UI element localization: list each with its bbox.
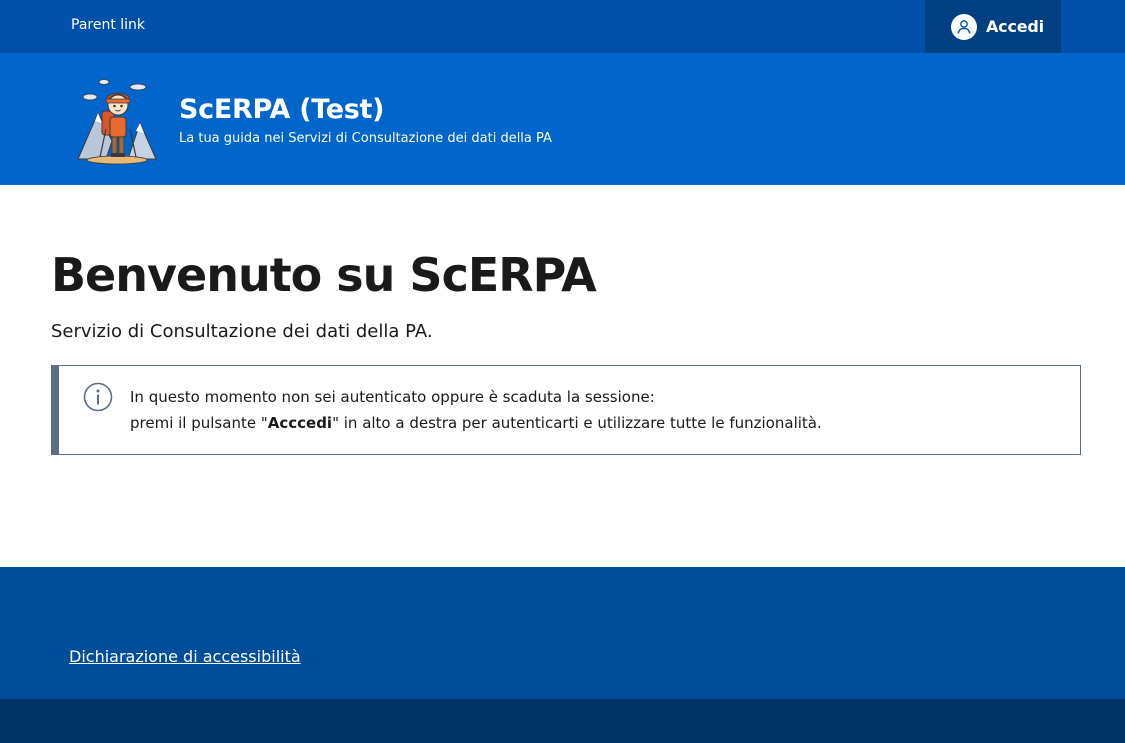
page-lead: Servizio di Consultazione dei dati della… — [51, 321, 433, 342]
page-title: Benvenuto su ScERPA — [51, 248, 597, 302]
hiker-mascot-logo[interactable] — [76, 77, 158, 165]
alert-line-2-suffix: " in alto a destra per autenticarti e ut… — [332, 414, 822, 432]
footer-main: Dichiarazione di accessibilità — [0, 567, 1125, 699]
slim-header: Parent link Accedi — [0, 0, 1125, 53]
alert-line-2: premi il pulsante "Acccedi" in alto a de… — [130, 414, 822, 432]
alert-line-2-prefix: premi il pulsante " — [130, 414, 268, 432]
parent-link[interactable]: Parent link — [71, 17, 145, 33]
brand-title[interactable]: ScERPA (Test) — [179, 94, 385, 125]
user-avatar-icon — [951, 13, 977, 40]
center-header: ScERPA (Test) La tua guida nei Servizi d… — [0, 53, 1125, 185]
accessibility-link[interactable]: Dichiarazione di accessibilità — [69, 647, 301, 666]
login-label: Accedi — [986, 17, 1044, 36]
footer-bottom — [0, 699, 1125, 743]
alert-button-name: Acccedi — [267, 414, 333, 432]
login-button[interactable]: Accedi — [925, 0, 1061, 53]
alert-line-1: In questo momento non sei autenticato op… — [130, 388, 655, 406]
info-alert: In questo momento non sei autenticato op… — [51, 365, 1081, 455]
brand-tagline: La tua guida nei Servizi di Consultazion… — [179, 131, 552, 146]
info-icon — [83, 382, 113, 412]
